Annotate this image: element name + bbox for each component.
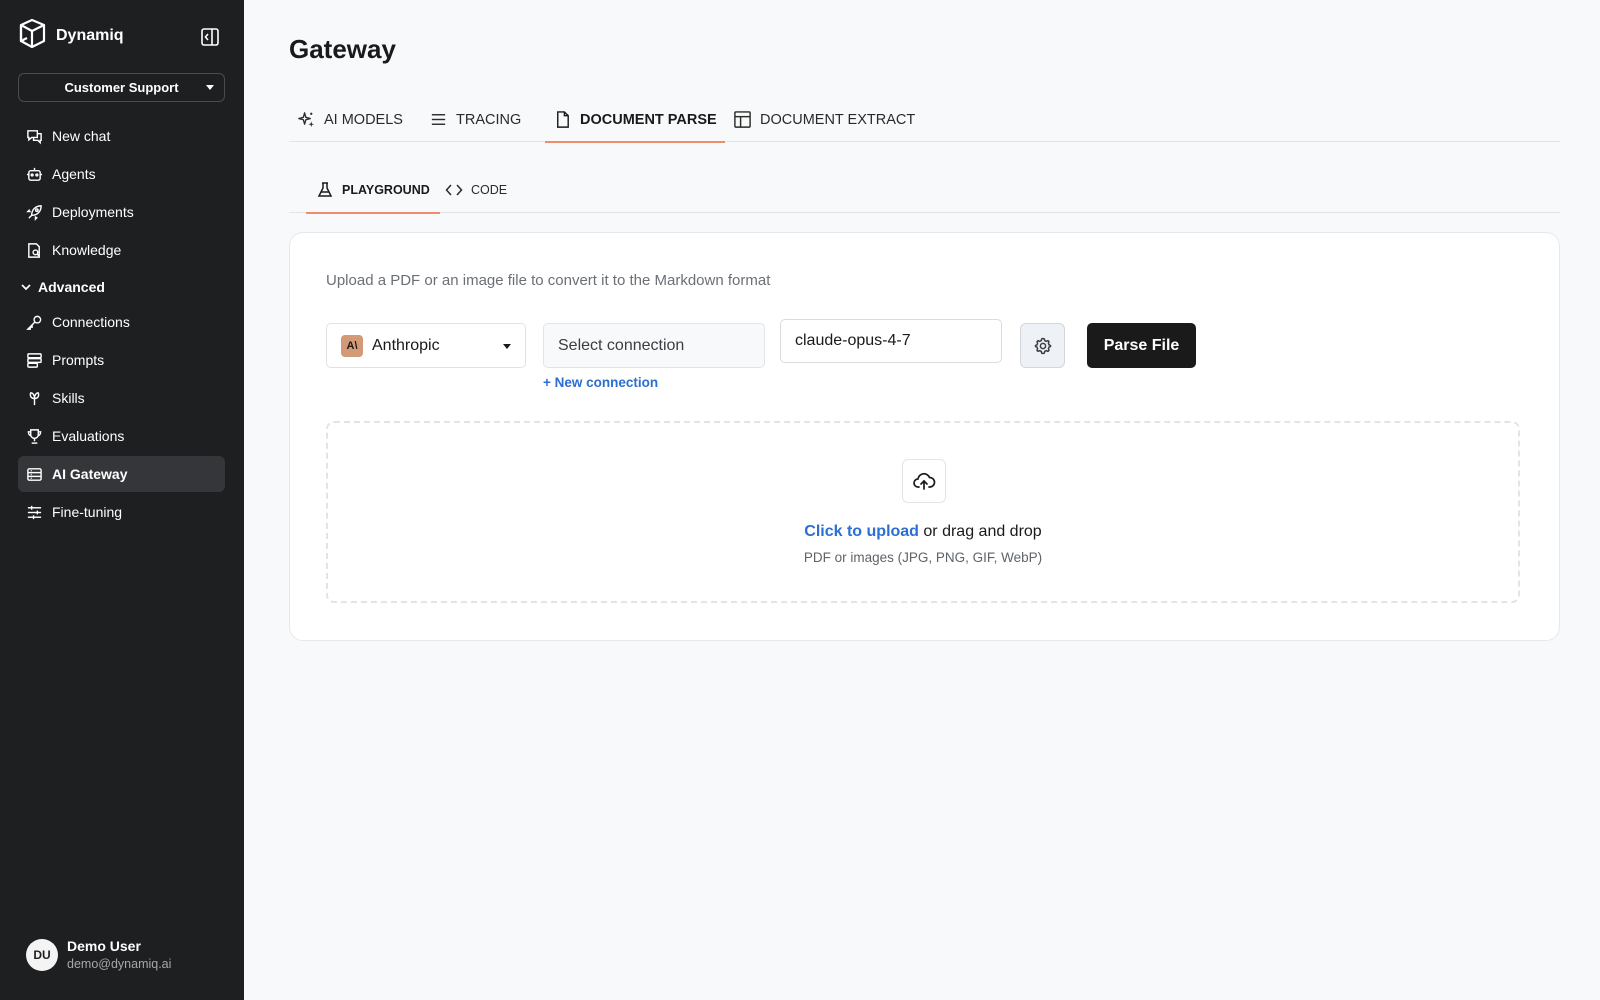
brand-name: Dynamiq (56, 27, 124, 44)
tab-ai-models[interactable]: AI MODELS (289, 97, 411, 142)
sidebar-item-label: Deployments (52, 204, 134, 220)
avatar: DU (26, 938, 58, 971)
model-input[interactable] (780, 319, 1002, 363)
upload-instructions: Click to upload or drag and drop (328, 523, 1518, 541)
sidebar-item-connections[interactable]: Connections (18, 304, 225, 340)
sidebar-item-label: Connections (52, 314, 130, 330)
tab-code[interactable]: CODE (435, 167, 517, 213)
gateway-tabs: AI MODELS TRACING DOCUMENT PARSE DOCUMEN… (289, 97, 1560, 143)
drag-drop-text: or drag and drop (918, 523, 1042, 540)
chat-icon (27, 129, 42, 144)
tab-document-parse[interactable]: DOCUMENT PARSE (545, 97, 725, 143)
robot-icon (26, 167, 43, 181)
sidebar-item-fine-tuning[interactable]: Fine-tuning (18, 494, 225, 530)
parse-file-button[interactable]: Parse File (1087, 323, 1196, 368)
trophy-icon (27, 428, 42, 444)
user-name: Demo User (67, 938, 141, 954)
settings-button[interactable] (1020, 323, 1065, 368)
caret-down-icon (206, 85, 214, 90)
sidebar-item-new-chat[interactable]: New chat (18, 118, 225, 154)
sidebar-group-advanced[interactable]: Advanced (18, 270, 225, 304)
new-connection-link[interactable]: + New connection (543, 375, 658, 390)
main-content: Gateway AI MODELS TRACING DOCUMENT PARSE… (244, 0, 1600, 1000)
click-to-upload-link[interactable]: Click to upload (804, 523, 919, 540)
dynamiq-logo-icon (18, 18, 47, 54)
tab-playground[interactable]: PLAYGROUND (306, 167, 440, 214)
sidebar-item-ai-gateway[interactable]: AI Gateway (18, 456, 225, 492)
skills-icon (29, 391, 40, 405)
sparkle-icon (298, 112, 315, 128)
parse-subtabs: PLAYGROUND CODE (289, 167, 1560, 214)
tab-label: AI MODELS (324, 111, 403, 128)
sidebar-item-knowledge[interactable]: Knowledge (18, 232, 225, 268)
tab-label: DOCUMENT PARSE (580, 111, 717, 128)
knowledge-icon (28, 242, 41, 258)
connection-placeholder: Select connection (558, 336, 685, 354)
workspace-label: Customer Support (64, 80, 179, 95)
flask-icon (317, 182, 333, 197)
user-profile[interactable]: DU Demo User demo@dynamiq.ai (26, 938, 171, 971)
provider-label: Anthropic (372, 336, 440, 354)
user-email: demo@dynamiq.ai (67, 957, 172, 971)
parse-description: Upload a PDF or an image file to convert… (326, 272, 771, 289)
upload-dropzone[interactable]: Click to upload or drag and drop PDF or … (326, 421, 1520, 603)
document-icon (557, 111, 569, 128)
sidebar-item-agents[interactable]: Agents (18, 156, 225, 192)
sidebar-toggle-icon (201, 28, 219, 46)
tab-label: PLAYGROUND (342, 183, 430, 197)
sidebar-item-label: AI Gateway (52, 466, 128, 482)
sidebar-item-label: Agents (52, 166, 96, 182)
list-icon (431, 114, 446, 125)
user-info: Demo User demo@dynamiq.ai (67, 938, 171, 971)
key-icon (26, 315, 42, 330)
sidebar-item-label: Knowledge (52, 242, 122, 258)
code-icon (445, 184, 463, 196)
gateway-icon (27, 467, 42, 481)
sliders-icon (27, 505, 42, 519)
anthropic-logo-icon: A\ (341, 334, 363, 357)
brand[interactable]: Dynamiq (18, 18, 124, 54)
sidebar-item-label: Fine-tuning (52, 504, 123, 520)
table-icon (734, 111, 751, 128)
rocket-icon (26, 204, 42, 221)
tab-tracing[interactable]: TRACING (421, 97, 529, 142)
sidebar-item-label: Skills (52, 390, 85, 406)
sidebar-item-label: New chat (52, 128, 111, 144)
page-title: Gateway (289, 34, 396, 64)
collapse-sidebar-button[interactable] (198, 25, 222, 49)
chevron-down-icon (21, 284, 31, 291)
sidebar: Dynamiq Customer Support New chat Agents… (0, 0, 244, 1000)
gear-icon (1034, 337, 1051, 354)
sidebar-item-label: Prompts (52, 352, 105, 368)
workspace-select[interactable]: Customer Support (18, 73, 225, 102)
tab-document-extract[interactable]: DOCUMENT EXTRACT (725, 97, 923, 142)
tab-label: CODE (471, 183, 508, 197)
sidebar-item-label: Evaluations (52, 428, 125, 444)
tab-label: DOCUMENT EXTRACT (760, 111, 916, 128)
sidebar-item-skills[interactable]: Skills (18, 380, 225, 416)
sidebar-item-deployments[interactable]: Deployments (18, 194, 225, 230)
connection-select[interactable]: Select connection (543, 323, 765, 368)
tab-label: TRACING (456, 111, 522, 128)
parse-card: Upload a PDF or an image file to convert… (289, 232, 1560, 641)
caret-down-icon (503, 344, 511, 349)
sidebar-item-prompts[interactable]: Prompts (18, 342, 225, 378)
cloud-upload-icon (902, 459, 946, 503)
sidebar-item-evaluations[interactable]: Evaluations (18, 418, 225, 454)
provider-select[interactable]: A\ Anthropic (326, 323, 526, 368)
sidebar-group-label: Advanced (38, 279, 105, 295)
prompts-icon (27, 352, 42, 368)
upload-file-types: PDF or images (JPG, PNG, GIF, WebP) (803, 550, 1043, 565)
sidebar-nav: New chat Agents Deployments Knowledge Ad… (18, 118, 225, 532)
